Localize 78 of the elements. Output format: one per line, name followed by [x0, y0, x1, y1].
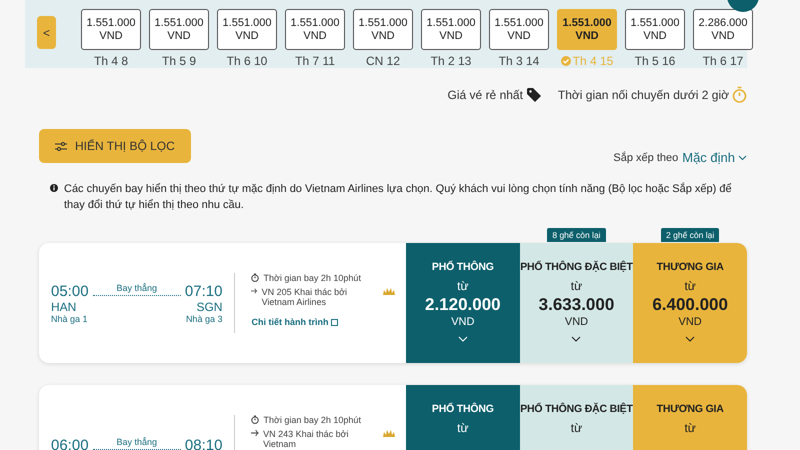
cabin-class: THƯƠNG GIA — [656, 261, 724, 273]
info-icon — [50, 184, 58, 192]
flight-operator: VN 205 Khai thác bởi Vietnam Airlines — [262, 287, 348, 307]
origin-terminal: Nhà ga 1 — [51, 314, 88, 324]
date-price-button[interactable]: 2.286.000 VND — [693, 9, 754, 50]
fare-column[interactable]: PHỔ THÔNG từ — [406, 385, 520, 450]
from-label: từ — [684, 421, 696, 435]
chevron-down-icon — [685, 336, 696, 342]
fare-price: 6.400.000 — [652, 295, 728, 315]
sliders-icon — [55, 142, 67, 150]
origin-code: HAN — [51, 300, 76, 314]
from-label: từ — [457, 421, 468, 435]
stopwatch-icon — [251, 273, 260, 282]
tag-icon — [526, 86, 542, 102]
seats-left-badge: 2 ghế còn lại — [661, 228, 720, 242]
date-label: Th 3 14 — [498, 54, 540, 68]
external-link-icon — [331, 318, 338, 326]
destination-code: SGN — [196, 300, 222, 314]
stopwatch-icon — [732, 86, 747, 103]
flight-duration: Thời gian bay 2h 10phút — [263, 273, 361, 283]
date-price-button[interactable]: 1.551.000 VND — [421, 9, 482, 50]
fare-column[interactable]: THƯƠNG GIA từ — [633, 385, 747, 450]
flight-duration: Thời gian bay 2h 10phút — [263, 415, 361, 425]
legend-label: Thời gian nối chuyến dưới 2 giờ — [558, 88, 729, 102]
date-price-button[interactable]: 1.551.000 VND — [625, 9, 686, 50]
date-label: CN 12 — [366, 54, 400, 68]
stop-label: Bay thẳng — [92, 436, 181, 450]
departure-time: 05:00 — [51, 282, 89, 300]
date-label: Th 2 13 — [430, 54, 472, 68]
chevron-down-icon — [571, 336, 582, 342]
flight-operator: VN 243 Khai thác bởi Vietnam — [263, 429, 350, 449]
cabin-class: PHỔ THÔNG — [432, 261, 494, 273]
date-label: Th 5 16 — [634, 54, 676, 68]
destination-terminal: Nhà ga 3 — [186, 314, 222, 324]
filter-button[interactable]: HIỂN THỊ BỘ LỌC — [39, 129, 191, 163]
arrival-time: 07:10 — [184, 282, 222, 300]
sort-label: Sắp xếp theo — [613, 152, 678, 164]
date-price-button[interactable]: 1.551.000 VND — [353, 9, 414, 50]
date-price-button[interactable]: 1.551.000 VND — [149, 9, 210, 50]
fare-price: 3.633.000 — [538, 295, 614, 315]
notice-text: Các chuyến bay hiển thị theo thứ tự mặc định do Vietnam Airlines lựa chọn. Quý khách vui lòng chọn tính năng (Bộ lọc hoặc Sắp xếp) để thay đổi thứ tự hiển thị theo nhu cầu. — [64, 182, 733, 213]
date-label: Th 6 10 — [226, 54, 268, 68]
cabin-class: THƯƠNG GIA — [656, 403, 724, 415]
stop-label: Bay thẳng — [92, 282, 181, 296]
fare-price: 2.120.000 — [424, 295, 501, 315]
currency-label: VND — [451, 316, 474, 328]
cabin-class: PHỔ THÔNG — [432, 403, 494, 415]
from-label: từ — [570, 279, 582, 293]
seats-left-badge: 8 ghế còn lại — [547, 228, 606, 242]
stopwatch-icon — [251, 415, 260, 424]
date-label: Th 4 15 — [560, 54, 614, 68]
departure-time: 06:00 — [51, 436, 89, 450]
from-label: từ — [684, 279, 696, 293]
date-price-button[interactable]: 1.551.000 VND — [81, 9, 142, 50]
date-price-button[interactable]: 1.551.000 VND — [557, 9, 618, 50]
previous-button[interactable]: < — [37, 16, 56, 49]
date-label: Th 7 11 — [295, 54, 335, 68]
legend-label: Giá vé rẻ nhất — [448, 88, 523, 102]
arrival-time: 08:10 — [184, 436, 222, 450]
from-label: từ — [457, 279, 468, 293]
fare-column[interactable]: PHỔ THÔNG ĐẶC BIỆT từ — [520, 385, 634, 450]
cabin-class: PHỔ THÔNG ĐẶC BIỆT — [520, 403, 633, 415]
date-label: Th 5 9 — [162, 54, 196, 68]
from-label: từ — [570, 421, 582, 435]
chevron-down-icon — [458, 336, 468, 342]
date-price-button[interactable]: 1.551.000 VND — [489, 9, 550, 50]
sort-dropdown[interactable]: Mặc định — [682, 150, 747, 165]
date-label: Th 4 8 — [94, 54, 128, 68]
currency-label: VND — [678, 316, 702, 328]
date-price-button[interactable]: 1.551.000 VND — [285, 9, 346, 50]
currency-label: VND — [564, 316, 588, 328]
check-circle-icon — [560, 56, 571, 66]
date-price-button[interactable]: 1.551.000 VND — [217, 9, 278, 50]
itinerary-details-link[interactable]: Chi tiết hành trình — [251, 317, 396, 327]
fare-column[interactable]: PHỔ THÔNG từ 2.120.000 VND — [406, 243, 520, 363]
cabin-class: PHỔ THÔNG ĐẶC BIỆT — [520, 261, 633, 273]
chevron-down-icon — [738, 154, 747, 160]
date-label: Th 6 17 — [702, 54, 744, 68]
